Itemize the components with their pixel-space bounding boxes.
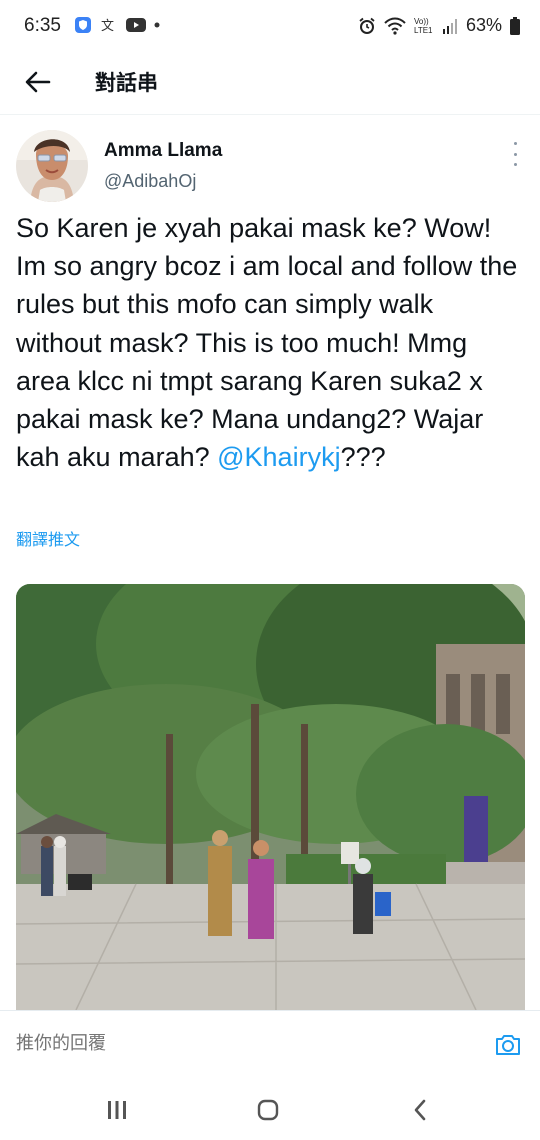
more-dot [513, 152, 517, 156]
home-icon [257, 1099, 279, 1121]
arrow-left-icon [25, 71, 51, 93]
home-button[interactable] [248, 1095, 288, 1125]
status-time: 6:35 [24, 15, 61, 36]
system-back-button[interactable] [400, 1095, 440, 1125]
more-options-button[interactable] [508, 142, 522, 166]
battery-icon [510, 16, 520, 35]
youtube-icon [126, 18, 146, 32]
mention-link[interactable]: @Khairykj [217, 442, 340, 472]
author-handle[interactable]: @AdibahOj [104, 171, 196, 192]
system-nav-bar [0, 1079, 540, 1140]
alarm-icon [359, 17, 375, 34]
tweet-suffix: ??? [340, 442, 386, 473]
translate-link[interactable]: 翻譯推文 [16, 526, 80, 550]
page-title: 對話串 [95, 72, 158, 95]
avatar[interactable] [16, 130, 88, 202]
network-label: Vo)) LTE1 [413, 16, 433, 35]
status-bar: 6:35 文 Vo)) LTE1 63% [0, 0, 540, 52]
tweet-body: So Karen je xyah pakai mask ke? Wow! Im … [16, 213, 518, 473]
battery-percent: 63% [465, 15, 502, 35]
app-header: 對話串 [0, 52, 540, 115]
dot-icon [154, 22, 160, 28]
recent-apps-icon [108, 1101, 126, 1119]
back-icon [414, 1099, 426, 1121]
tweet-text: So Karen je xyah pakai mask ke? Wow! Im … [16, 209, 526, 476]
camera-button[interactable] [494, 1031, 522, 1059]
author-name[interactable]: Amma Llama [104, 140, 222, 162]
wifi-icon [384, 17, 406, 35]
recent-apps-button[interactable] [97, 1095, 137, 1125]
more-dot [513, 142, 517, 145]
spell-icon: 文 [101, 19, 114, 34]
signal-icon [442, 18, 457, 34]
tweet-header: Amma Llama @AdibahOj [0, 116, 540, 206]
more-dot [513, 163, 517, 166]
reply-input[interactable] [16, 1033, 436, 1054]
tweet-photo[interactable] [16, 584, 525, 1010]
shield-icon [75, 17, 91, 33]
reply-bar [0, 1010, 540, 1080]
status-notification-icons: 文 [74, 16, 160, 34]
back-button[interactable] [20, 64, 56, 100]
status-right: Vo)) LTE1 63% [358, 15, 520, 36]
camera-icon [496, 1035, 520, 1055]
svg-text:文: 文 [101, 19, 114, 34]
